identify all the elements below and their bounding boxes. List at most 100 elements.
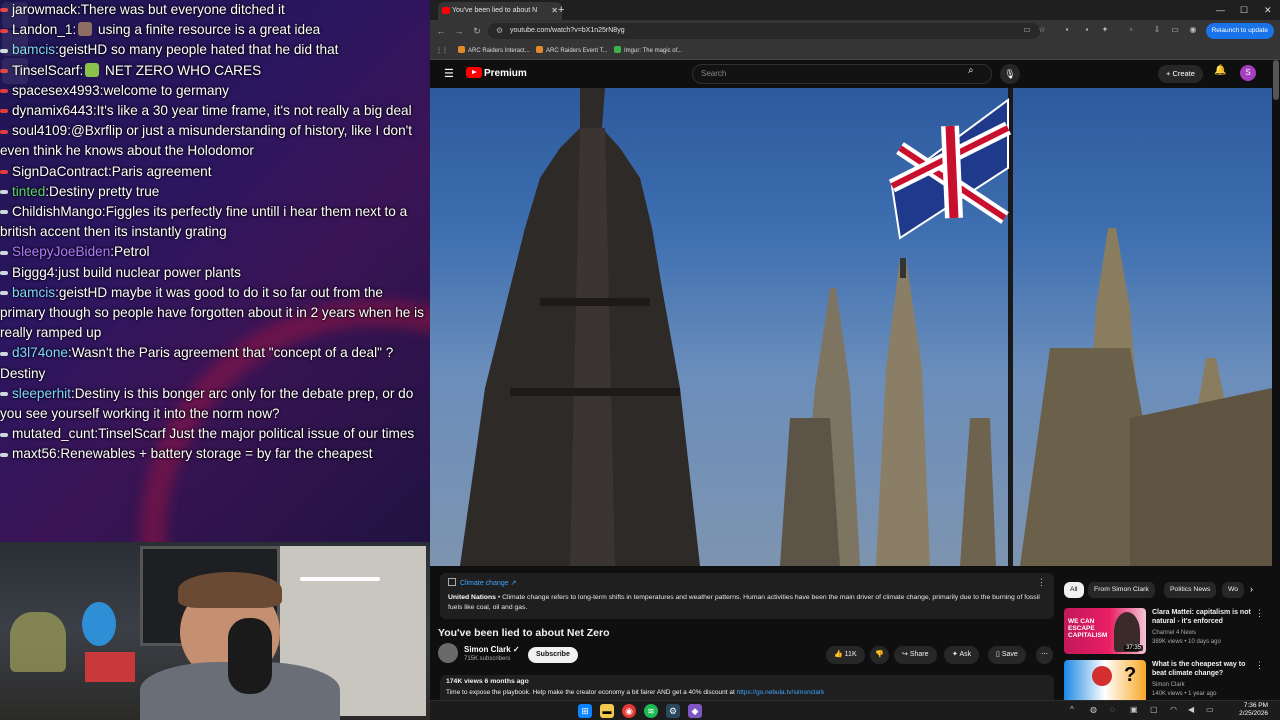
chat-username[interactable]: sleeperhit <box>12 386 71 401</box>
video-frame-westminster <box>460 88 1272 566</box>
file-explorer-icon[interactable]: ▬ <box>600 704 614 718</box>
reload-icon[interactable]: ↻ <box>470 23 484 39</box>
extension-icon[interactable]: ▪ <box>1062 24 1072 36</box>
relaunch-button[interactable]: Relaunch to update <box>1205 23 1274 39</box>
page-scrollbar[interactable] <box>1272 60 1280 700</box>
chat-text: TinselScarf Just the major political iss… <box>98 426 415 442</box>
cast-icon[interactable]: ▭ <box>1170 24 1180 36</box>
site-info-icon[interactable]: ⚙ <box>496 23 503 39</box>
obsidian-icon[interactable]: ◆ <box>688 704 702 718</box>
recommended-channel[interactable]: Simon Clark <box>1152 682 1185 688</box>
account-avatar[interactable]: S <box>1240 65 1256 81</box>
microphone-icon[interactable]: 🎙 <box>1000 64 1020 84</box>
more-options-icon[interactable]: ⋮ <box>1037 577 1046 588</box>
steam-icon[interactable]: ⚙ <box>666 704 680 718</box>
like-button[interactable]: 👍 11K <box>826 646 865 664</box>
tray-chevron-icon[interactable]: ^ <box>1070 705 1074 714</box>
spotify-icon[interactable]: ≋ <box>644 704 658 718</box>
recommended-video[interactable]: WE CAN ESCAPE CAPITALISM 37:35 Clara Mat… <box>1064 608 1264 654</box>
minimize-icon[interactable]: — <box>1216 0 1225 20</box>
scrollbar-thumb[interactable] <box>1273 60 1279 100</box>
chat-username[interactable]: tinted <box>12 184 45 199</box>
tray-app-icon[interactable]: ◌ <box>1110 705 1115 714</box>
tab-close-icon[interactable]: ✕ <box>551 2 558 20</box>
bookmark-item[interactable]: ARC Raiders Event T... <box>536 42 608 60</box>
search-input[interactable]: Search <box>692 64 992 84</box>
more-options-icon[interactable]: ⋮ <box>1255 608 1264 619</box>
recommended-title[interactable]: Clara Mattei: capitalism is not natural … <box>1152 608 1256 626</box>
chat-username[interactable]: bamcis <box>12 285 55 300</box>
chat-badge-icon <box>0 250 8 255</box>
youtube-logo[interactable]: Premium <box>466 67 527 79</box>
dock-item-epic-games[interactable] <box>2 2 28 28</box>
maximize-icon[interactable]: ☐ <box>1240 0 1248 20</box>
wifi-icon[interactable]: ◠ <box>1170 705 1177 714</box>
chip-more[interactable]: Wo <box>1222 582 1245 598</box>
video-description[interactable]: 174K views 6 months ago Time to expose t… <box>440 675 1054 700</box>
youtube-favicon-icon <box>442 7 450 14</box>
share-button[interactable]: ↪ Share <box>894 646 937 664</box>
video-thumbnail[interactable]: WE CAN ESCAPE CAPITALISM 37:35 <box>1064 608 1146 654</box>
chat-username[interactable]: SignDaContract <box>12 164 108 179</box>
video-thumbnail[interactable]: ? <box>1064 660 1146 700</box>
dislike-button[interactable]: 👎 <box>870 646 889 664</box>
search-icon[interactable]: ⌕ <box>968 65 974 76</box>
video-player[interactable] <box>430 88 1272 566</box>
extension-icon[interactable]: ▫ <box>1126 24 1136 36</box>
topic-link[interactable]: Climate change ↗ <box>448 578 516 587</box>
recommended-channel[interactable]: Channel 4 News <box>1152 630 1196 636</box>
chat-username[interactable]: mutated_cunt <box>12 426 94 441</box>
profile-icon[interactable]: ◉ <box>1188 24 1198 36</box>
channel-avatar[interactable] <box>438 643 458 663</box>
forward-icon[interactable]: → <box>452 23 466 39</box>
system-clock[interactable]: 7:36 PM 2/25/2026 <box>1239 702 1268 718</box>
tray-app-icon[interactable]: ◍ <box>1090 705 1097 714</box>
extensions-puzzle-icon[interactable]: ✦ <box>1100 24 1110 36</box>
new-tab-icon[interactable]: + <box>558 2 564 18</box>
volume-icon[interactable]: ◀ <box>1188 705 1194 714</box>
apps-grid-icon[interactable]: ⋮⋮ <box>436 42 448 60</box>
recommended-title[interactable]: What is the cheapest way to beat climate… <box>1152 660 1256 678</box>
chat-message: bamcis:geistHD maybe it was good to do i… <box>0 283 430 344</box>
more-actions-button[interactable]: ⋯ <box>1036 646 1053 664</box>
bookmark-star-icon[interactable]: ☆ <box>1037 24 1047 36</box>
bookmark-item[interactable]: ARC Raiders Interact... <box>458 42 530 60</box>
dock-item-obsidian[interactable] <box>2 58 28 84</box>
subscribe-button[interactable]: Subscribe <box>528 647 578 663</box>
chevron-right-icon[interactable]: › <box>1250 584 1253 594</box>
downloads-icon[interactable]: ⇩ <box>1152 24 1162 36</box>
recommended-video[interactable]: ? What is the cheapest way to beat clima… <box>1064 660 1264 700</box>
create-button[interactable]: + Create <box>1158 65 1203 83</box>
nebula-link[interactable]: https://go.nebula.tv/simonclark <box>737 689 825 696</box>
chat-text: Destiny pretty true <box>49 183 160 199</box>
battery-icon[interactable]: ▭ <box>1206 705 1214 714</box>
address-bar[interactable]: ⚙ youtube.com/watch?v=bX1n25rN8yg <box>488 23 1040 39</box>
channel-name[interactable]: Simon Clark ✓ <box>464 645 520 654</box>
tray-app-icon[interactable]: ▢ <box>1150 705 1158 714</box>
chat-username[interactable]: d3l74one <box>12 345 68 360</box>
dock-item-arc-raiders[interactable] <box>2 30 28 56</box>
bookmarks-bar: ⋮⋮ ARC Raiders Interact... ARC Raiders E… <box>430 42 1280 60</box>
install-app-icon[interactable]: ▭ <box>1022 24 1032 36</box>
ask-button[interactable]: ✦ Ask <box>944 646 980 664</box>
more-options-icon[interactable]: ⋮ <box>1255 660 1264 671</box>
back-icon[interactable]: ← <box>434 23 448 39</box>
bookmark-item[interactable]: Imgur: The magic of... <box>614 42 682 60</box>
tab-youtube[interactable]: You've been lied to about N ✕ <box>438 2 562 20</box>
extension-icon[interactable]: ▪ <box>1082 24 1092 36</box>
close-window-icon[interactable]: ✕ <box>1264 0 1272 20</box>
windows-start-icon[interactable]: ⊞ <box>578 704 592 718</box>
chip-from-channel[interactable]: From Simon Clark <box>1088 582 1155 598</box>
video-duration: 37:35 <box>1123 645 1143 651</box>
chat-username[interactable]: Biggg4 <box>12 265 54 280</box>
notifications-bell-icon[interactable]: 🔔 <box>1214 65 1226 76</box>
chat-username[interactable]: ChildishMango <box>12 204 102 219</box>
tray-app-icon[interactable]: ▣ <box>1130 705 1138 714</box>
save-button[interactable]: ▯ Save <box>988 646 1026 664</box>
hamburger-menu-icon[interactable]: ☰ <box>444 67 454 80</box>
chat-username[interactable]: SleepyJoeBiden <box>12 244 110 259</box>
chip-politics-news[interactable]: Politics News <box>1164 582 1217 598</box>
chrome-icon[interactable]: ◉ <box>622 704 636 718</box>
chip-all[interactable]: All <box>1064 582 1084 598</box>
chat-username[interactable]: maxt56 <box>12 446 57 461</box>
